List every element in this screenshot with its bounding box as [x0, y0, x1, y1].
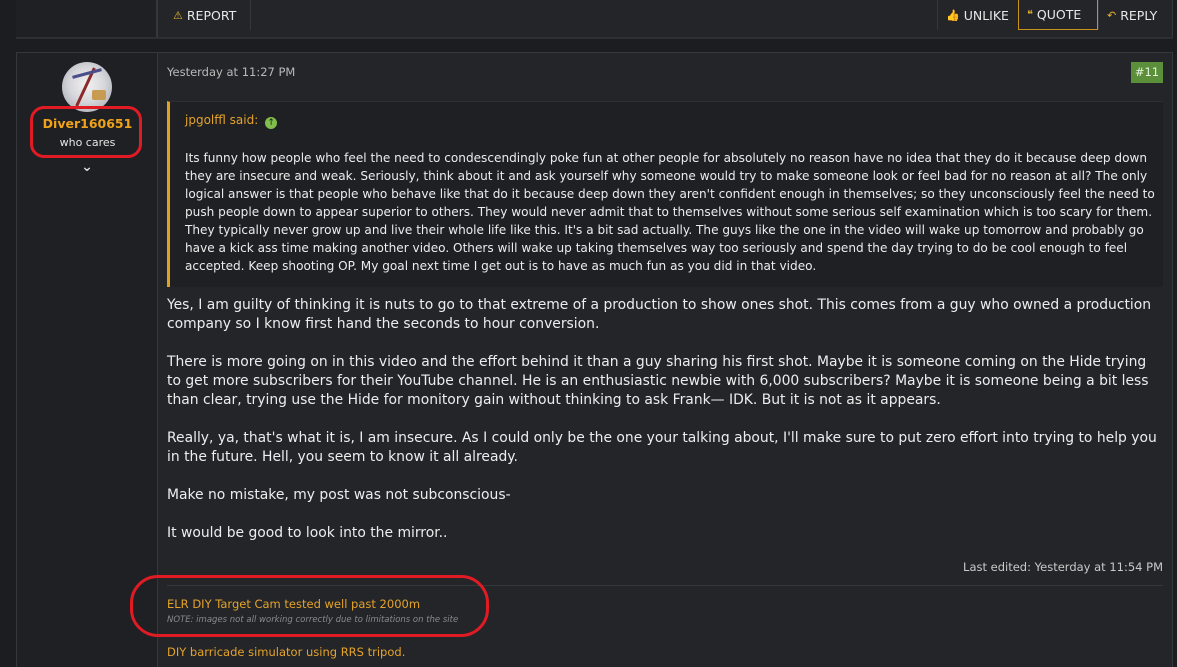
unlike-button[interactable]: 👍 UNLIKE: [937, 0, 1019, 30]
red-highlight-oval: [30, 106, 142, 158]
post-date[interactable]: Yesterday at 11:27 PM: [167, 65, 295, 79]
signature-link-barricade[interactable]: DIY barricade simulator using RRS tripod…: [167, 645, 405, 659]
quote-label: QUOTE: [1036, 7, 1082, 22]
quote-author[interactable]: jpgolffl said: ↑: [185, 113, 278, 129]
last-edited: Last edited: Yesterday at 11:54 PM: [963, 560, 1163, 574]
message-paragraph: It would be good to look into the mirror…: [167, 525, 448, 541]
message-body: Yes, I am guilty of thinking it is nuts …: [167, 296, 1163, 562]
report-button[interactable]: ⚠ REPORT: [165, 0, 251, 30]
report-label: REPORT: [186, 7, 237, 23]
message-paragraph: There is more going on in this video and…: [167, 354, 1149, 408]
arrow-up-icon[interactable]: ↑: [265, 117, 278, 129]
chevron-down-icon[interactable]: ⌄: [77, 159, 97, 175]
quote-button[interactable]: ❝ QUOTE: [1018, 0, 1098, 30]
unlike-label: UNLIKE: [963, 7, 1009, 23]
avatar[interactable]: [62, 62, 112, 112]
thumbs-up-icon: 👍: [946, 8, 960, 22]
quote-body: Its funny how people who feel the need t…: [185, 151, 1155, 273]
reply-arrow-icon: ↶: [1107, 8, 1117, 22]
avatar-art: [92, 90, 106, 100]
quote-icon: ❝: [1027, 8, 1033, 21]
message-paragraph: Make no mistake, my post was not subcons…: [167, 487, 511, 503]
user-pane: Diver160651 who cares ⌄: [17, 53, 158, 667]
reply-label: REPLY: [1120, 7, 1158, 23]
message-paragraph: Yes, I am guilty of thinking it is nuts …: [167, 297, 1152, 332]
forum-thread-page: ⚠ REPORT 👍 UNLIKE ❝ QUOTE ↶ REPLY Diver1…: [0, 0, 1177, 667]
message-paragraph: Really, ya, that's what it is, I am inse…: [167, 430, 1157, 465]
quote-block: jpgolffl said: ↑ Its funny how people wh…: [167, 101, 1163, 287]
post: Diver160651 who cares ⌄ Yesterday at 11:…: [16, 52, 1173, 667]
prev-post-action-bar: ⚠ REPORT 👍 UNLIKE ❝ QUOTE ↶ REPLY: [157, 0, 1173, 38]
reply-button[interactable]: ↶ REPLY: [1098, 0, 1173, 30]
quote-author-label: jpgolffl said:: [185, 113, 259, 127]
red-highlight-oval: [130, 575, 489, 637]
warning-icon: ⚠: [173, 8, 183, 22]
post-divider: [16, 37, 1173, 39]
prev-post-user-column: [16, 0, 157, 38]
post-number-badge[interactable]: #11: [1131, 62, 1163, 83]
